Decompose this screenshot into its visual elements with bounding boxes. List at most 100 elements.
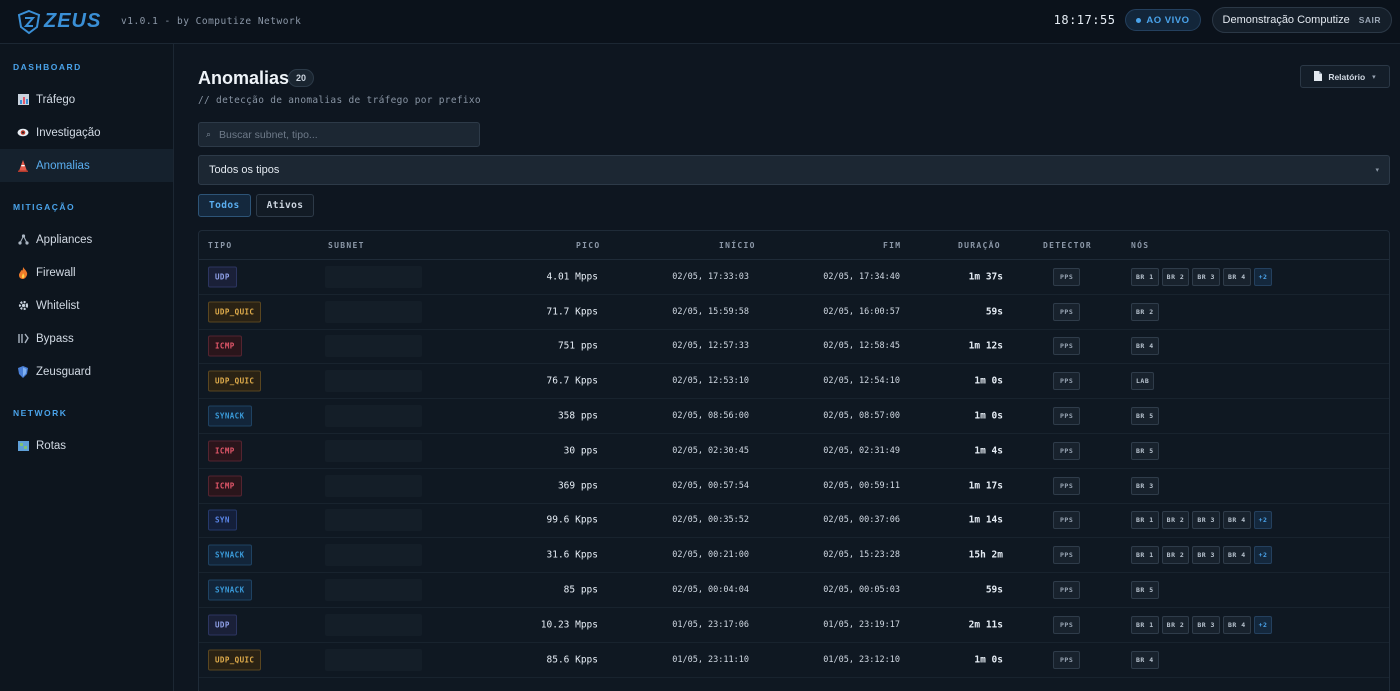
nodes-list: LAB xyxy=(1131,372,1157,391)
start-time: 02/05, 12:57:33 xyxy=(672,341,749,352)
end-time: 02/05, 12:58:45 xyxy=(823,341,900,352)
fire-icon xyxy=(17,266,29,279)
duration: 1m 4s xyxy=(974,445,1003,457)
node-badge[interactable]: +2 xyxy=(1253,511,1273,530)
node-badge: BR 2 xyxy=(1131,302,1159,321)
count-badge: 20 xyxy=(288,69,314,87)
table-row[interactable]: SYN 99.6 Kpps 02/05, 00:35:52 02/05, 00:37:… xyxy=(199,504,1389,539)
alert-cone-icon xyxy=(17,159,29,172)
live-label: AO VIVO xyxy=(1146,14,1190,26)
sidebar-item-trafego[interactable]: Tráfego xyxy=(0,83,173,116)
node-badge: BR 1 xyxy=(1131,615,1159,634)
duration: 15h 2m xyxy=(968,549,1003,561)
table-row[interactable]: ICMP 369 pps 02/05, 00:57:54 02/05, 00:59:1… xyxy=(199,469,1389,504)
col-header-detector[interactable]: DETECTOR xyxy=(1043,241,1092,250)
nodes-list: BR 5 xyxy=(1131,581,1162,600)
node-badge: BR 4 xyxy=(1131,650,1159,669)
node-badge: BR 5 xyxy=(1131,441,1159,460)
col-header-subnet[interactable]: SUBNET xyxy=(328,241,365,250)
logout-button[interactable]: SAIR xyxy=(1359,15,1381,25)
search-input[interactable] xyxy=(219,128,460,141)
page-title: Anomalias xyxy=(198,68,290,88)
node-badge[interactable]: +2 xyxy=(1253,546,1273,565)
duration: 59s xyxy=(985,584,1003,596)
start-time: 01/05, 23:17:06 xyxy=(672,619,749,630)
node-badge: BR 4 xyxy=(1222,267,1251,286)
node-badge: BR 3 xyxy=(1192,511,1220,530)
col-header-tipo[interactable]: TIPO xyxy=(208,241,232,250)
start-time: 02/05, 15:59:58 xyxy=(672,306,749,317)
col-header-inicio[interactable]: INÍCIO xyxy=(719,241,756,250)
nodes-list: BR 5 xyxy=(1131,441,1162,460)
table-row[interactable]: ICMP 751 pps 02/05, 12:57:33 02/05, 12:58:4… xyxy=(199,330,1389,365)
end-time: 02/05, 08:57:00 xyxy=(823,411,900,422)
col-header-nos[interactable]: NÓS xyxy=(1131,241,1149,250)
table-row[interactable]: UDP_QUIC 85.6 Kpps 01/05, 23:11:10 01/05, 2… xyxy=(199,643,1389,678)
type-filter-value: Todos os tipos xyxy=(209,164,280,176)
node-badge[interactable]: +2 xyxy=(1253,615,1273,634)
type-badge: ICMP xyxy=(208,335,242,357)
filter-todos-button[interactable]: Todos xyxy=(198,194,251,217)
sidebar-item-anomalias[interactable]: Anomalias xyxy=(0,149,173,182)
live-badge[interactable]: AO VIVO xyxy=(1125,9,1201,31)
end-time: 01/05, 23:12:10 xyxy=(823,654,900,665)
user-name: Demonstração Computize xyxy=(1222,14,1350,26)
sidebar-item-label: Whitelist xyxy=(36,299,80,312)
col-header-duracao[interactable]: DURAÇÃO xyxy=(958,241,1001,250)
nodes-list: BR 1 BR 2 BR 3 BR 4 +2 xyxy=(1131,267,1275,286)
sidebar-item-firewall[interactable]: Firewall xyxy=(0,256,173,289)
sidebar-item-zeusguard[interactable]: Zeusguard xyxy=(0,355,173,388)
section-title-mitigacao: MITIGAÇÃO xyxy=(13,202,76,212)
table-row[interactable]: SYNACK 31.6 Kpps 02/05, 00:21:00 02/05, 15:… xyxy=(199,538,1389,574)
user-menu[interactable]: Demonstração Computize SAIR xyxy=(1211,7,1392,33)
table-row[interactable]: UDP_QUIC 71.7 Kpps 02/05, 15:59:58 02/05, 1… xyxy=(199,295,1389,330)
type-filter-select[interactable]: Todos os tipos ▾ xyxy=(198,155,1390,185)
sidebar-item-appliances[interactable]: Appliances xyxy=(0,223,173,256)
col-header-fim[interactable]: FIM xyxy=(883,241,901,250)
duration: 1m 0s xyxy=(974,654,1003,666)
table-row[interactable]: SYNACK 358 pps 02/05, 08:56:00 02/05, 08:57… xyxy=(199,399,1389,434)
nodes-list: BR 1 BR 2 BR 3 BR 4 +2 xyxy=(1131,511,1275,530)
node-badge: BR 1 xyxy=(1131,511,1159,530)
end-time: 02/05, 12:54:10 xyxy=(823,376,900,387)
peak-value: 99.6 Kpps xyxy=(546,514,598,526)
version-label: v1.0.1 - by Computize Network xyxy=(121,16,302,27)
sidebar: DASHBOARD Tráfego Investigação Anomalias… xyxy=(0,44,174,691)
shield-logo-icon xyxy=(17,9,41,34)
subnet-redacted xyxy=(325,613,422,636)
table-row[interactable]: UDP 4.01 Mpps 02/05, 17:33:03 02/05, 17:34:… xyxy=(199,260,1389,295)
table-row[interactable]: ICMP 30 pps 02/05, 02:30:45 02/05, 02:31:49… xyxy=(199,434,1389,469)
sidebar-item-whitelist[interactable]: Whitelist xyxy=(0,289,173,322)
search-icon: ⌕ xyxy=(206,129,212,139)
filter-ativos-button[interactable]: Ativos xyxy=(255,194,315,217)
sidebar-item-investigacao[interactable]: Investigação xyxy=(0,116,173,149)
peak-value: 10.23 Mpps xyxy=(540,619,598,631)
table-row[interactable]: UDP_QUIC 76.7 Kpps 02/05, 12:53:10 02/05, 1… xyxy=(199,364,1389,400)
peak-value: 369 pps xyxy=(557,480,598,492)
table-row[interactable]: UDP 10.23 Mpps 01/05, 23:17:06 01/05, 23:19… xyxy=(199,608,1389,643)
node-badge: BR 3 xyxy=(1192,615,1220,634)
subnet-redacted xyxy=(325,544,422,567)
node-badge: BR 3 xyxy=(1192,546,1220,565)
report-button[interactable]: Relatório ▾ xyxy=(1300,65,1390,88)
sidebar-item-label: Firewall xyxy=(36,266,76,279)
sidebar-item-bypass[interactable]: Bypass xyxy=(0,322,173,355)
detector-badge: PPS xyxy=(1053,372,1081,391)
search-box[interactable]: ⌕ xyxy=(198,122,480,147)
node-badge: BR 2 xyxy=(1161,615,1190,634)
type-badge: SYNACK xyxy=(208,544,252,566)
col-header-pico[interactable]: PICO xyxy=(576,241,600,250)
start-time: 02/05, 00:21:00 xyxy=(672,550,749,561)
sidebar-item-rotas[interactable]: Rotas xyxy=(0,429,173,462)
node-badge: BR 2 xyxy=(1161,546,1190,565)
node-badge[interactable]: +2 xyxy=(1253,267,1273,286)
type-badge: SYN xyxy=(208,509,237,531)
subnet-redacted xyxy=(325,370,422,393)
report-label: Relatório xyxy=(1328,71,1366,82)
node-badge: BR 1 xyxy=(1131,546,1159,565)
table-row[interactable]: SYNACK 85 pps 02/05, 00:04:04 02/05, 00:05:… xyxy=(199,573,1389,608)
peak-value: 71.7 Kpps xyxy=(546,306,598,318)
logo[interactable]: ZEUS xyxy=(16,9,104,35)
start-time: 02/05, 02:30:45 xyxy=(672,445,749,456)
type-badge: UDP xyxy=(208,266,237,288)
